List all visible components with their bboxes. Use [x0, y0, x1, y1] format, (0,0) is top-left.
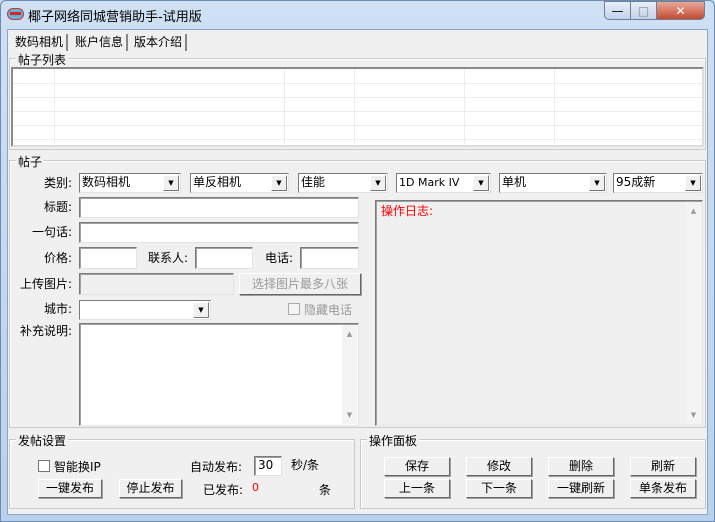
category-value: 单反相机 [193, 175, 242, 189]
chevron-down-icon: ▼ [370, 175, 386, 191]
published-label: 已发布: [203, 483, 244, 497]
category-value: 数码相机 [82, 175, 131, 189]
hide-phone-checkbox[interactable] [288, 303, 300, 315]
post-list-label: 帖子列表 [16, 51, 69, 68]
close-button[interactable]: ✕ [656, 1, 705, 20]
model-value: 1D Mark IV [399, 176, 460, 189]
category-label: 类别: [43, 176, 72, 190]
window-title: 椰子网络同城营销助手-试用版 [28, 10, 202, 25]
edit-button[interactable]: 修改 [466, 457, 532, 476]
tab-digital-camera[interactable]: 数码相机 [12, 34, 69, 51]
phone-label: 电话: [264, 251, 293, 265]
package-value: 单机 [502, 175, 527, 189]
category-select-2[interactable]: 单反相机 ▼ [190, 173, 289, 193]
chevron-down-icon: ▼ [271, 175, 287, 191]
category-select-1[interactable]: 数码相机 ▼ [79, 173, 181, 193]
price-label: 价格: [43, 251, 72, 265]
price-input[interactable] [79, 247, 137, 269]
city-select[interactable]: ▼ [79, 300, 211, 320]
chevron-down-icon: ▼ [163, 175, 179, 191]
notes-scrollbar[interactable]: ▲ ▼ [342, 325, 357, 424]
log-label: 操作日志: [381, 204, 434, 218]
chevron-down-icon: ▼ [193, 302, 209, 318]
app-icon [7, 8, 24, 20]
city-label: 城市: [43, 302, 72, 316]
published-count: 0 [252, 481, 259, 494]
auto-publish-interval-input[interactable]: 30 [254, 456, 282, 476]
minimize-button[interactable]: — [604, 1, 631, 20]
select-images-button[interactable]: 选择图片最多八张 [239, 273, 361, 295]
log-scrollbar[interactable]: ▲ ▼ [686, 202, 701, 424]
title-input[interactable] [79, 197, 359, 218]
next-button[interactable]: 下一条 [466, 479, 532, 498]
single-publish-button[interactable]: 单条发布 [630, 479, 696, 498]
published-unit: 条 [319, 483, 332, 497]
brand-value: 佳能 [301, 175, 326, 189]
slogan-label: 一句话: [31, 225, 72, 239]
chevron-down-icon: ▼ [589, 175, 605, 191]
hide-phone-label: 隐藏电话 [304, 303, 353, 317]
refresh-button[interactable]: 刷新 [630, 457, 696, 476]
chevron-down-icon: ▼ [685, 175, 701, 191]
operation-panel-label: 操作面板 [367, 432, 420, 449]
smart-ip-checkbox[interactable] [38, 460, 50, 472]
phone-input[interactable] [300, 247, 359, 269]
maximize-button[interactable]: □ [630, 1, 657, 20]
auto-publish-label: 自动发布: [190, 460, 243, 474]
tab-account-info[interactable]: 账户信息 [72, 34, 129, 51]
notes-label: 补充说明: [19, 324, 72, 338]
previous-button[interactable]: 上一条 [384, 479, 450, 498]
notes-textarea[interactable]: ▲ ▼ [79, 323, 359, 426]
auto-publish-unit: 秒/条 [291, 458, 320, 472]
title-label: 标题: [43, 200, 72, 214]
slogan-input[interactable] [79, 222, 359, 243]
save-button[interactable]: 保存 [384, 457, 450, 476]
post-group-label: 帖子 [16, 153, 45, 170]
package-select[interactable]: 单机 ▼ [499, 173, 607, 193]
smart-ip-label: 智能换IP [54, 460, 101, 474]
upload-path-input [79, 273, 234, 295]
publish-settings-label: 发帖设置 [16, 432, 69, 449]
condition-select[interactable]: 95成新 ▼ [613, 173, 703, 193]
upload-label: 上传图片: [19, 277, 72, 291]
operation-log: 操作日志: ▲ ▼ [375, 200, 703, 426]
one-click-refresh-button[interactable]: 一键刷新 [548, 479, 614, 498]
delete-button[interactable]: 删除 [548, 457, 614, 476]
model-select[interactable]: 1D Mark IV ▼ [396, 173, 491, 193]
chevron-down-icon: ▼ [473, 175, 489, 191]
brand-select[interactable]: 佳能 ▼ [298, 173, 388, 193]
stop-publish-button[interactable]: 停止发布 [119, 479, 182, 498]
contact-input[interactable] [195, 247, 253, 269]
contact-label: 联系人: [147, 251, 188, 265]
post-list-table[interactable] [11, 67, 704, 147]
tab-version-info[interactable]: 版本介绍 [131, 34, 188, 51]
condition-value: 95成新 [616, 175, 656, 189]
one-click-publish-button[interactable]: 一键发布 [38, 479, 102, 498]
